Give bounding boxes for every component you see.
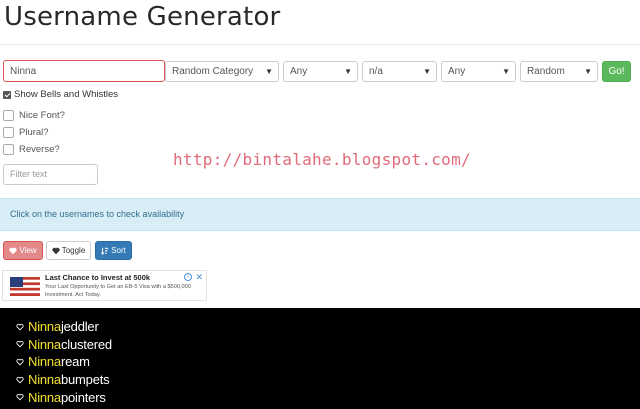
position-select-value: Random bbox=[527, 66, 565, 77]
info-text: Click on the usernames to check availabi… bbox=[10, 209, 185, 219]
heart-outline-icon[interactable] bbox=[16, 340, 24, 348]
option-nice-font[interactable]: Nice Font? bbox=[3, 110, 65, 121]
chevron-down-icon: ▼ bbox=[502, 67, 510, 76]
username-suffix: pointers bbox=[60, 389, 106, 405]
go-button[interactable]: Go! bbox=[602, 61, 631, 82]
length-select-value: Any bbox=[290, 66, 308, 77]
username-item[interactable]: Ninnajeddler bbox=[16, 318, 640, 336]
heart-outline-icon[interactable] bbox=[16, 393, 24, 401]
username-item[interactable]: Ninnapointers bbox=[16, 388, 640, 406]
reverse-checkbox[interactable] bbox=[3, 144, 14, 155]
nice-font-checkbox[interactable] bbox=[3, 110, 14, 121]
option-reverse[interactable]: Reverse? bbox=[3, 144, 60, 155]
chevron-down-icon: ▼ bbox=[344, 67, 352, 76]
length-select[interactable]: Any ▼ bbox=[283, 61, 358, 82]
title-divider bbox=[0, 44, 640, 45]
page-title: Username Generator bbox=[4, 2, 281, 32]
sort-button[interactable]: Sort bbox=[95, 241, 132, 260]
nice-font-label: Nice Font? bbox=[19, 110, 65, 121]
username-item[interactable]: Ninnabumpets bbox=[16, 371, 640, 389]
filter-input[interactable]: Filter text bbox=[3, 164, 98, 185]
username-prefix: Ninna bbox=[28, 354, 61, 370]
username-suffix: ream bbox=[60, 354, 90, 370]
bells-label: Show Bells and Whistles bbox=[14, 89, 119, 100]
ad-text: Your Last Opportunity to Get an EB-5 Vis… bbox=[45, 284, 191, 298]
username-prefix: Ninna bbox=[28, 319, 61, 335]
heart-outline-icon[interactable] bbox=[16, 358, 24, 366]
username-item[interactable]: Ninnaclustered bbox=[16, 336, 640, 354]
ad-title[interactable]: Last Chance to Invest at 500k bbox=[45, 273, 150, 282]
sort-label: Sort bbox=[111, 246, 126, 255]
category-select-value: Random Category bbox=[172, 66, 254, 77]
watermark-text: http://bintalahe.blogspot.com/ bbox=[173, 150, 471, 169]
view-button[interactable]: View bbox=[3, 241, 43, 260]
username-suffix: bumpets bbox=[60, 372, 110, 388]
toggle-label: Toggle bbox=[61, 246, 86, 255]
username-prefix: Ninna bbox=[28, 389, 61, 405]
close-icon[interactable]: ✕ bbox=[195, 272, 203, 283]
us-flag-icon bbox=[10, 277, 40, 296]
toggle-button[interactable]: Toggle bbox=[46, 241, 91, 260]
username-results: Ninnajeddler Ninnaclustered Ninnaream Ni… bbox=[0, 308, 640, 409]
heart-icon bbox=[52, 247, 60, 254]
username-suffix: clustered bbox=[60, 336, 112, 352]
reverse-label: Reverse? bbox=[19, 144, 60, 155]
info-alert: Click on the usernames to check availabi… bbox=[0, 198, 640, 231]
heart-outline-icon[interactable] bbox=[16, 376, 24, 384]
position-select[interactable]: Random ▼ bbox=[520, 61, 598, 82]
option-plural[interactable]: Plural? bbox=[3, 127, 49, 138]
username-prefix: Ninna bbox=[28, 372, 61, 388]
heart-icon bbox=[9, 247, 17, 254]
sort-icon bbox=[101, 247, 109, 255]
username-prefix: Ninna bbox=[28, 336, 61, 352]
show-bells-toggle[interactable]: Show Bells and Whistles bbox=[3, 89, 118, 100]
chevron-down-icon: ▼ bbox=[265, 67, 273, 76]
category-select[interactable]: Random Category ▼ bbox=[165, 61, 279, 82]
plural-checkbox[interactable] bbox=[3, 127, 14, 138]
ad-banner[interactable]: Last Chance to Invest at 500k Your Last … bbox=[2, 270, 207, 301]
name-input[interactable] bbox=[3, 60, 165, 82]
ad-info-icon[interactable]: i bbox=[184, 273, 192, 281]
bells-checkbox[interactable] bbox=[3, 90, 11, 99]
username-item[interactable]: Ninnaream bbox=[16, 353, 640, 371]
heart-outline-icon[interactable] bbox=[16, 323, 24, 331]
style-select-value: n/a bbox=[369, 66, 383, 77]
style-select[interactable]: n/a ▼ bbox=[362, 61, 437, 82]
letter-select[interactable]: Any ▼ bbox=[441, 61, 516, 82]
username-suffix: jeddler bbox=[60, 319, 99, 335]
chevron-down-icon: ▼ bbox=[584, 67, 592, 76]
letter-select-value: Any bbox=[448, 66, 466, 77]
chevron-down-icon: ▼ bbox=[423, 67, 431, 76]
plural-label: Plural? bbox=[19, 127, 49, 138]
view-label: View bbox=[19, 246, 37, 255]
